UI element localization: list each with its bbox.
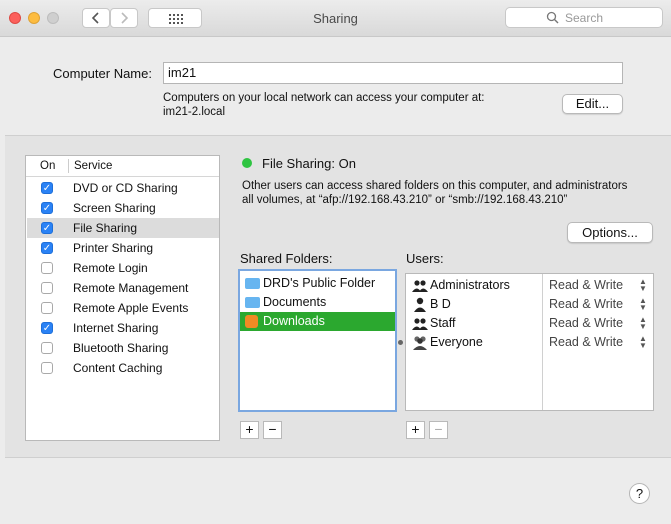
downloads-folder-icon [245,315,258,328]
user-name: Everyone [430,335,483,349]
splitter-handle[interactable] [398,340,403,345]
user-name: Administrators [430,278,510,292]
up-down-arrows-icon[interactable]: ▲ ▼ [639,316,647,331]
permission-popup[interactable]: Read & Write [549,297,623,311]
search-field[interactable]: Search [505,7,663,28]
service-checkbox[interactable] [41,282,53,294]
shared-folders-list[interactable]: DRD's Public Folder Documents Downloads [238,269,397,412]
column-divider [68,159,69,173]
service-label: Screen Sharing [73,201,156,215]
group-icon [412,318,428,330]
remove-folder-button[interactable]: − [263,421,282,439]
group-icon [412,280,428,292]
permission-popup[interactable]: Read & Write [549,335,623,349]
user-row[interactable]: Staff Read & Write ▲ ▼ [406,314,653,333]
search-icon [546,11,559,24]
service-row[interactable]: ✓ Internet Sharing [27,318,219,338]
local-hostname: im21-2.local [163,106,225,118]
service-checkbox[interactable]: ✓ [41,242,53,254]
service-row[interactable]: Bluetooth Sharing [27,338,219,358]
service-checkbox[interactable] [41,302,53,314]
status-indicator-icon [242,158,252,168]
status-title: File Sharing: On [262,156,356,171]
shared-folder-row[interactable]: Downloads [240,312,395,331]
service-row[interactable]: Remote Management [27,278,219,298]
service-label: Internet Sharing [73,321,159,335]
service-label: DVD or CD Sharing [73,181,178,195]
folder-icon [245,278,260,289]
service-checkbox[interactable]: ✓ [41,322,53,334]
status-description-line1: Other users can access shared folders on… [242,180,628,192]
shared-folder-row[interactable]: Documents [240,293,395,312]
service-checkbox[interactable] [41,342,53,354]
service-row[interactable]: Content Caching [27,358,219,378]
service-label: Remote Management [73,281,189,295]
service-row[interactable]: ✓ File Sharing [27,218,219,238]
help-button[interactable]: ? [629,483,650,504]
edit-button[interactable]: Edit... [562,94,623,114]
status-description-line2: all volumes, at “afp://192.168.43.210” o… [242,194,568,206]
service-list-header: On Service [26,156,219,177]
shared-folder-name: Downloads [263,314,325,328]
up-down-arrows-icon[interactable]: ▲ ▼ [639,335,647,350]
service-checkbox[interactable]: ✓ [41,222,53,234]
service-row[interactable]: Remote Apple Events [27,298,219,318]
service-label: Content Caching [73,361,163,375]
folder-icon [245,297,260,308]
user-row[interactable]: Everyone Read & Write ▲ ▼ [406,333,653,352]
remove-user-button[interactable]: − [429,421,448,439]
options-button[interactable]: Options... [567,222,653,243]
computer-name-label: Computer Name: [53,66,152,81]
column-header-on: On [40,160,56,172]
service-list[interactable]: On Service ✓ DVD or CD Sharing ✓ Screen Sha… [25,155,220,441]
service-label: Bluetooth Sharing [73,341,169,355]
users-label: Users: [406,251,444,266]
shared-folders-label: Shared Folders: [240,251,333,266]
users-list[interactable]: Administrators Read & Write ▲ ▼ B D Read & Wr… [405,273,654,411]
service-checkbox[interactable] [41,262,53,274]
service-label: Printer Sharing [73,241,154,255]
service-label: Remote Apple Events [73,301,189,315]
service-checkbox[interactable]: ✓ [41,202,53,214]
add-user-button[interactable]: + [406,421,425,439]
service-row[interactable]: ✓ Printer Sharing [27,238,219,258]
permission-popup[interactable]: Read & Write [549,278,623,292]
shared-folder-name: Documents [263,295,327,309]
user-name: Staff [430,316,456,330]
service-row[interactable]: ✓ DVD or CD Sharing [27,178,219,198]
column-header-service: Service [74,160,113,172]
computer-name-field[interactable]: im21 [163,62,623,84]
service-checkbox[interactable] [41,362,53,374]
user-row[interactable]: B D Read & Write ▲ ▼ [406,295,653,314]
search-placeholder: Search [565,11,604,25]
service-row[interactable]: ✓ Screen Sharing [27,198,219,218]
user-icon [414,297,426,312]
service-checkbox[interactable]: ✓ [41,182,53,194]
service-row[interactable]: Remote Login [27,258,219,278]
network-address-info: Computers on your local network can acce… [163,92,485,104]
permission-popup[interactable]: Read & Write [549,316,623,330]
up-down-arrows-icon[interactable]: ▲ ▼ [639,278,647,293]
up-down-arrows-icon[interactable]: ▲ ▼ [639,297,647,312]
add-folder-button[interactable]: + [240,421,259,439]
everyone-icon [413,336,427,350]
shared-folder-name: DRD's Public Folder [263,276,376,290]
user-row[interactable]: Administrators Read & Write ▲ ▼ [406,276,653,295]
user-name: B D [430,297,451,311]
shared-folder-row[interactable]: DRD's Public Folder [240,274,395,293]
service-label: Remote Login [73,261,148,275]
service-label: File Sharing [73,221,138,235]
